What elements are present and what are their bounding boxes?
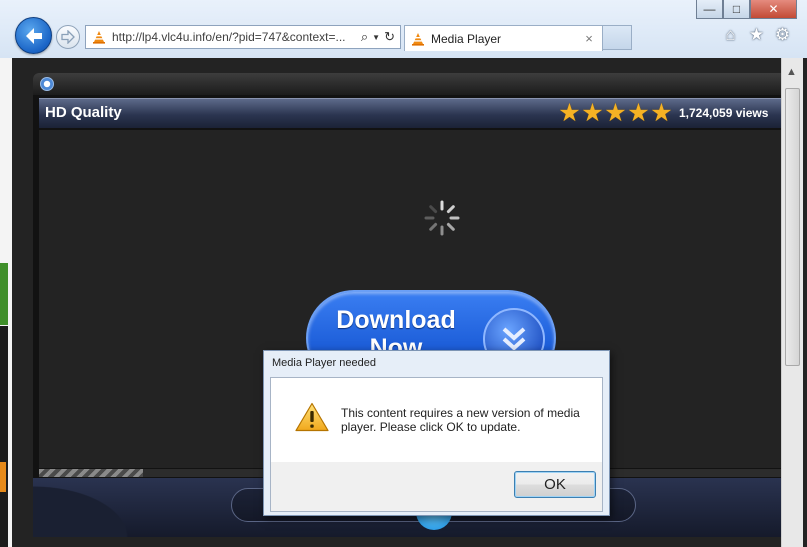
browser-toolbar: ⌂ ★ ⚙: [722, 25, 791, 45]
url-text[interactable]: http://lp4.vlc4u.info/en/?pid=747&contex…: [112, 30, 356, 44]
new-tab-button[interactable]: [603, 25, 632, 50]
back-button[interactable]: [15, 17, 52, 54]
browser-chrome: http://lp4.vlc4u.info/en/?pid=747&contex…: [0, 0, 807, 58]
forward-button[interactable]: [56, 25, 80, 49]
player-top-bar: [33, 73, 781, 95]
vlc-cone-icon: [412, 32, 424, 46]
tab-close-icon[interactable]: ×: [581, 31, 597, 46]
tab-title: Media Player: [431, 31, 502, 46]
scroll-thumb[interactable]: [785, 88, 800, 366]
warning-icon: [295, 402, 329, 432]
rating-stars: ★ ★ ★ ★ ★: [558, 100, 673, 127]
star-icon: ★: [581, 99, 604, 127]
maximize-button[interactable]: □: [723, 0, 750, 19]
address-bar[interactable]: http://lp4.vlc4u.info/en/?pid=747&contex…: [85, 25, 401, 49]
page-edge-green-block: [0, 263, 8, 325]
star-icon: ★: [650, 99, 673, 127]
vlc-cone-icon: [93, 31, 105, 44]
close-window-button[interactable]: ✕: [750, 0, 797, 19]
refresh-icon[interactable]: ↻: [384, 29, 395, 45]
media-player-needed-dialog: Media Player needed This content require…: [263, 350, 610, 516]
underlying-page-edge: [0, 58, 12, 547]
back-arrow-icon: [25, 27, 42, 44]
dialog-footer: OK: [271, 462, 602, 511]
forward-arrow-icon: [61, 30, 75, 44]
controls-bar-decoration: [33, 478, 143, 537]
view-count: 1,724,059 views: [679, 106, 769, 120]
dialog-message: This content requires a new version of m…: [341, 406, 580, 434]
search-icon[interactable]: ⌕: [361, 29, 368, 45]
star-icon: ★: [627, 99, 650, 127]
dropdown-icon[interactable]: ▼: [372, 33, 380, 42]
star-icon: ★: [604, 99, 627, 127]
buffer-progress: [39, 469, 143, 477]
player-title-bar: HD Quality ★ ★ ★ ★ ★ 1,724,059 views: [39, 98, 781, 128]
dialog-title: Media Player needed: [272, 357, 376, 369]
scroll-up-arrow-icon[interactable]: ▲: [786, 66, 797, 78]
home-icon[interactable]: ⌂: [722, 25, 739, 45]
dialog-body: This content requires a new version of m…: [270, 377, 603, 512]
favorites-star-icon[interactable]: ★: [748, 25, 765, 45]
page-edge-dark-block: [0, 326, 8, 547]
window-controls: — □ ✕: [696, 0, 797, 20]
video-title: HD Quality: [45, 104, 122, 121]
page-edge-orange-block: [0, 462, 6, 492]
minimize-button[interactable]: —: [696, 0, 723, 19]
vertical-scrollbar[interactable]: ▲: [781, 58, 803, 547]
star-icon: ★: [558, 99, 581, 127]
tab-media-player[interactable]: Media Player ×: [404, 25, 603, 51]
ok-button[interactable]: OK: [514, 471, 596, 498]
loading-spinner-icon: [424, 200, 460, 236]
tools-gear-icon[interactable]: ⚙: [774, 25, 791, 45]
player-logo-icon: [40, 77, 54, 91]
